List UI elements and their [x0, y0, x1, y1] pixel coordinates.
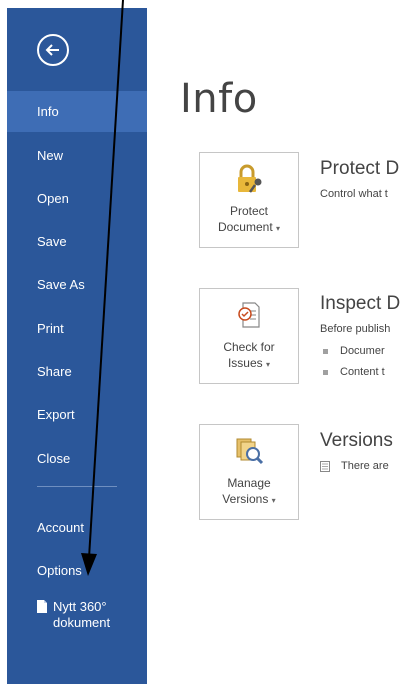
- protect-document-label: Protect Document ▾: [200, 203, 298, 237]
- inspect-bullet: Content t: [323, 366, 385, 378]
- manage-versions-label: Manage Versions ▾: [200, 475, 298, 509]
- nav-item-options[interactable]: Options: [7, 550, 147, 591]
- version-document-icon: [320, 460, 330, 472]
- dropdown-caret-icon: ▾: [276, 224, 281, 233]
- document-icon: [37, 600, 47, 613]
- inspect-document-heading: Inspect D: [320, 293, 401, 314]
- protect-document-description: Control what t: [320, 188, 388, 200]
- back-arrow-icon: [45, 44, 59, 56]
- manage-versions-button[interactable]: Manage Versions ▾: [199, 424, 299, 520]
- bullet-square-icon: [323, 348, 328, 354]
- nav-item-close[interactable]: Close: [7, 438, 147, 479]
- nav-item-export[interactable]: Export: [7, 394, 147, 435]
- inspect-document-description: Before publish: [320, 323, 391, 335]
- backstage-sidebar: Info New Open Save Save As Print Share E…: [7, 8, 147, 684]
- backstage-view: Info New Open Save Save As Print Share E…: [0, 0, 409, 684]
- protect-document-label-line1: Protect: [229, 204, 268, 218]
- versions-description-row: There are: [320, 460, 389, 472]
- manage-versions-label-line2: Versions ▾: [200, 491, 298, 509]
- nav-item-account[interactable]: Account: [7, 507, 147, 548]
- inspect-bullet-text: Documer: [340, 345, 385, 357]
- check-for-issues-label-line2: Issues ▾: [200, 355, 298, 373]
- protect-document-label-line2: Document ▾: [200, 219, 298, 237]
- check-for-issues-label: Check for Issues ▾: [200, 339, 298, 373]
- recent-document-line1: Nytt 360°: [53, 599, 107, 614]
- check-for-issues-button[interactable]: Check for Issues ▾: [199, 288, 299, 384]
- dropdown-caret-icon: ▾: [271, 496, 276, 505]
- manage-versions-label-text: Versions: [222, 492, 269, 506]
- nav-item-save-as[interactable]: Save As: [7, 264, 147, 305]
- page-title: Info: [180, 76, 258, 122]
- nav-item-new[interactable]: New: [7, 135, 147, 176]
- protect-document-heading: Protect D: [320, 158, 400, 179]
- nav-item-print[interactable]: Print: [7, 308, 147, 349]
- inspect-bullet: Documer: [323, 345, 385, 357]
- back-button[interactable]: [37, 34, 69, 66]
- bullet-square-icon: [323, 369, 328, 375]
- check-for-issues-label-text: Issues: [227, 356, 263, 370]
- inspect-document-icon: [238, 302, 260, 328]
- versions-magnifier-icon: [236, 438, 264, 465]
- recent-document-line2: dokument: [53, 615, 111, 630]
- nav-item-info[interactable]: Info: [7, 91, 147, 132]
- lock-key-icon: [238, 164, 262, 193]
- recent-document-label: Nytt 360° dokument: [53, 599, 143, 631]
- dropdown-caret-icon: ▾: [266, 360, 271, 369]
- nav-item-share[interactable]: Share: [7, 351, 147, 392]
- protect-document-label-text: Document: [217, 220, 273, 234]
- versions-heading: Versions: [320, 430, 393, 451]
- check-for-issues-label-line1: Check for: [223, 340, 275, 354]
- protect-document-button[interactable]: Protect Document ▾: [199, 152, 299, 248]
- versions-description: There are: [341, 460, 389, 472]
- inspect-bullet-text: Content t: [340, 366, 385, 378]
- nav-item-save[interactable]: Save: [7, 221, 147, 262]
- nav-item-open[interactable]: Open: [7, 178, 147, 219]
- manage-versions-label-line1: Manage: [227, 476, 271, 490]
- nav-divider: [37, 486, 117, 487]
